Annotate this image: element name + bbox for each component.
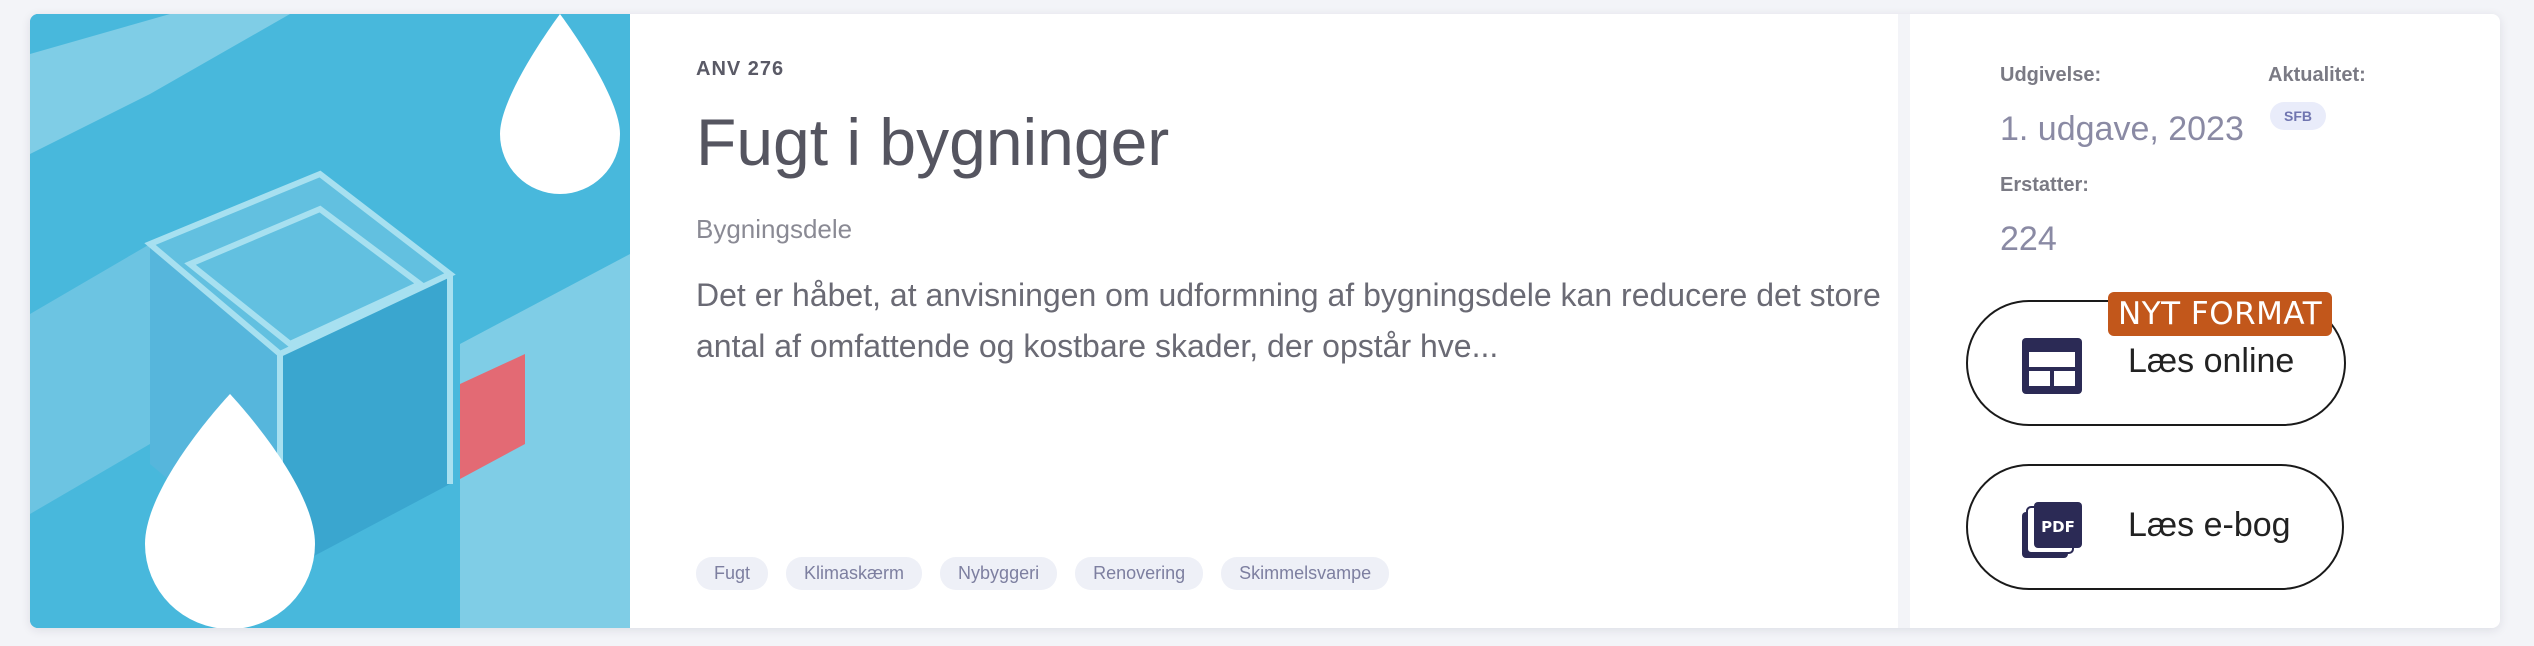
cover-image[interactable]: [30, 14, 630, 628]
meta-and-actions: Udgivelse: 1. udgave, 2023 Erstatter: 22…: [1910, 14, 2500, 628]
status-badge: SFB: [2270, 102, 2326, 130]
pdf-icon: PDF: [2022, 502, 2082, 558]
publication-info: ANV 276 Fugt i bygninger Bygningsdele De…: [666, 14, 1906, 628]
publication-description: Det er håbet, at anvisningen om udformni…: [696, 277, 1881, 364]
replaces-label: Erstatter:: [2000, 174, 2089, 196]
pdf-icon-text: PDF: [2041, 518, 2075, 536]
tag-klimaskaerm[interactable]: Klimaskærm: [786, 557, 923, 590]
replaces-value[interactable]: 224: [2000, 220, 2057, 259]
cover-illustration: [30, 14, 630, 628]
publication-category: Bygningsdele: [696, 214, 853, 244]
publication-card[interactable]: ANV 276 Fugt i bygninger Bygningsdele De…: [30, 14, 2500, 628]
status-label: Aktualitet:: [2268, 64, 2366, 86]
tag-list: Fugt Klimaskærm Nybyggeri Renovering Ski…: [696, 557, 1390, 590]
read-ebook-label: Læs e-bog: [2128, 506, 2291, 544]
tag-renovering[interactable]: Renovering: [1075, 557, 1204, 590]
section-divider: [1898, 14, 1910, 628]
read-online-button[interactable]: NYT FORMAT Læs online: [1966, 292, 2346, 426]
edition-label: Udgivelse:: [2000, 64, 2102, 86]
edition-value: 1. udgave, 2023: [2000, 110, 2244, 148]
tag-skimmelsvampe[interactable]: Skimmelsvampe: [1221, 557, 1390, 590]
tag-fugt[interactable]: Fugt: [696, 557, 769, 590]
new-format-badge: NYT FORMAT: [2108, 292, 2333, 336]
read-online-label: Læs online: [2128, 342, 2295, 380]
publication-title[interactable]: Fugt i bygninger: [696, 104, 1169, 180]
read-ebook-button[interactable]: PDF Læs e-bog: [1966, 464, 2344, 590]
tag-nybyggeri[interactable]: Nybyggeri: [940, 557, 1058, 590]
layout-icon: [2022, 338, 2082, 394]
series-number: ANV 276: [696, 58, 785, 80]
